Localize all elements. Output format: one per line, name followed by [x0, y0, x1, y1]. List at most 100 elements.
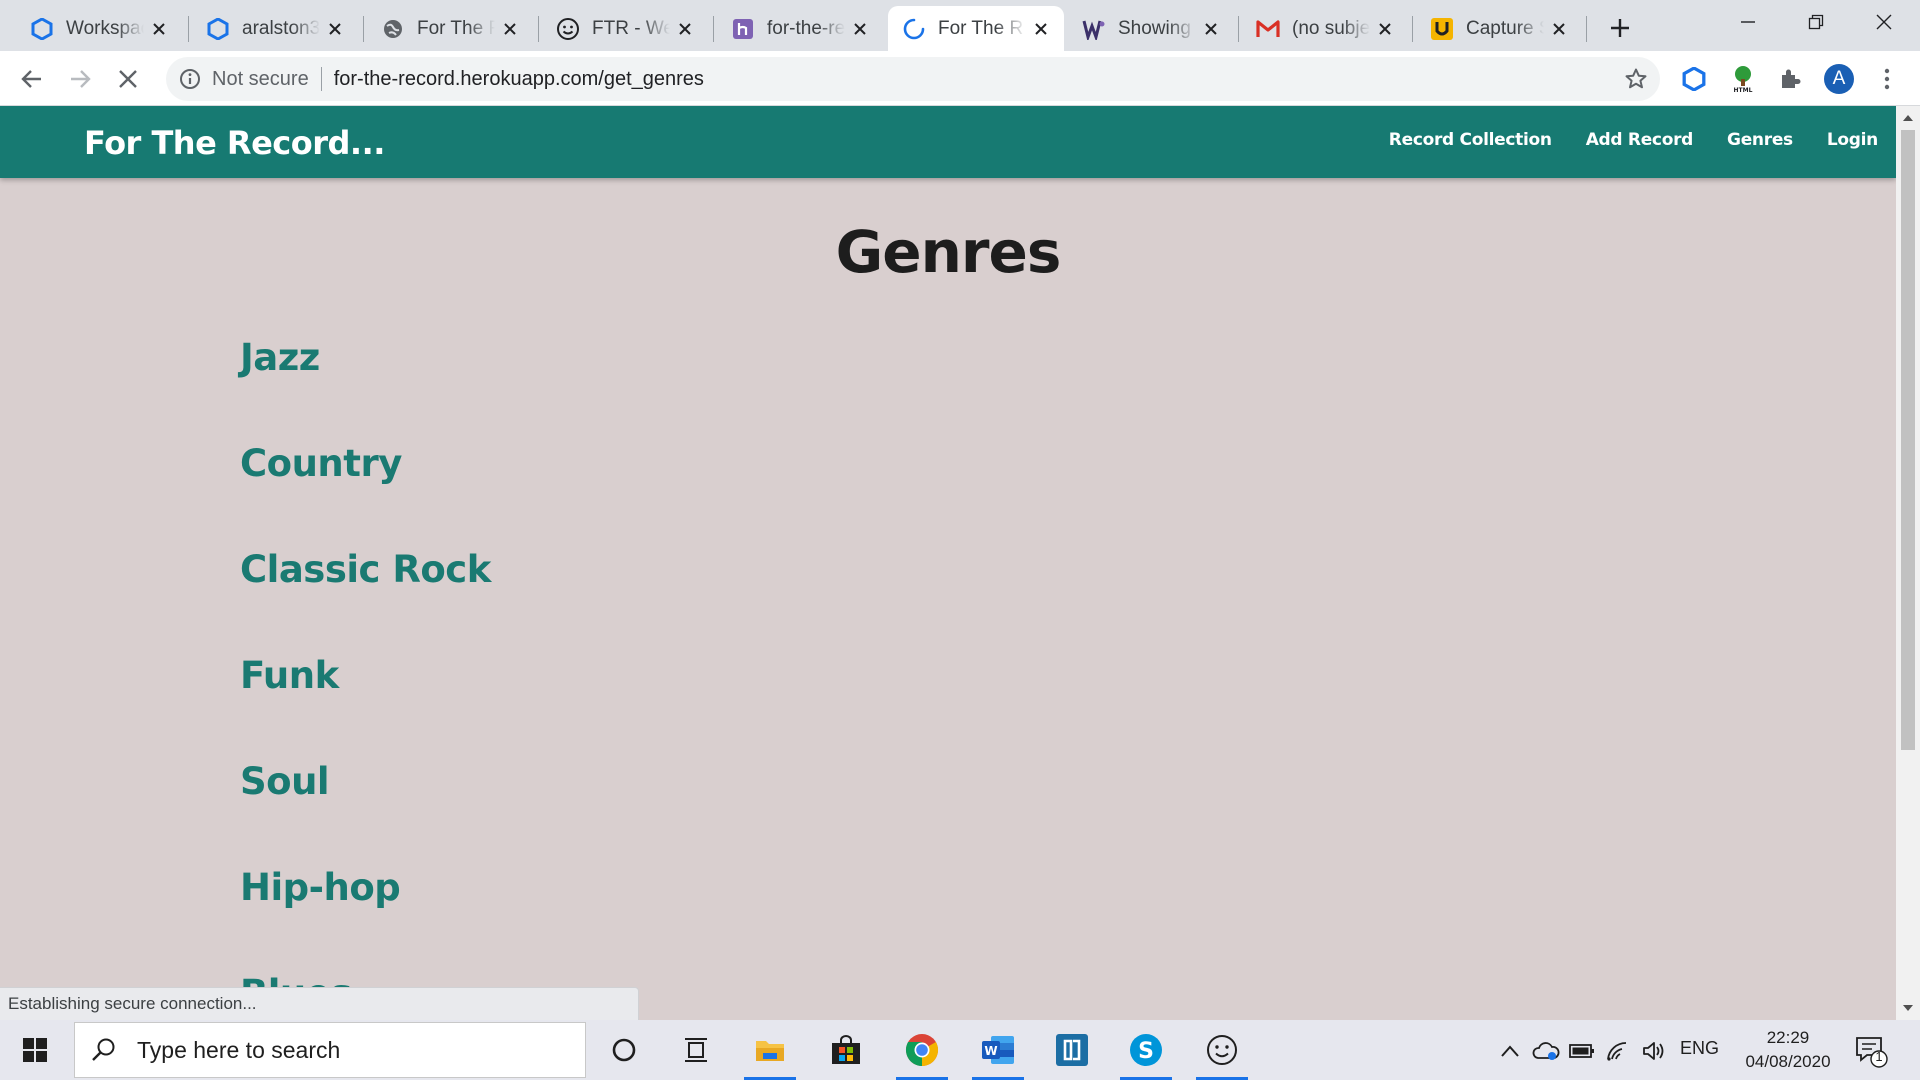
genre-link-classic-rock[interactable]: Classic Rock — [240, 548, 491, 591]
skype-icon: S — [1130, 1034, 1162, 1066]
close-icon[interactable] — [324, 18, 346, 40]
plus-icon — [1611, 19, 1629, 37]
minimize-icon — [1741, 21, 1755, 23]
tab-showing[interactable]: Showing r — [1068, 6, 1234, 51]
site-nav-links: Record Collection Add Record Genres Logi… — [1355, 130, 1879, 150]
snip-icon — [1056, 1034, 1088, 1066]
store-icon — [832, 1035, 860, 1064]
volume-button[interactable] — [1640, 1038, 1668, 1064]
skype-button[interactable]: S — [1110, 1020, 1182, 1080]
list-item: Hip-hop — [240, 866, 491, 972]
globe-icon — [381, 17, 405, 41]
nav-record-collection[interactable]: Record Collection — [1389, 130, 1552, 150]
genre-link-funk[interactable]: Funk — [240, 654, 339, 697]
notification-center-button[interactable]: 1 — [1854, 1034, 1888, 1068]
chrome-icon — [905, 1034, 939, 1066]
profile-button[interactable]: A — [1822, 62, 1856, 96]
address-bar[interactable]: Not secure for-the-record.herokuapp.com/… — [166, 57, 1660, 101]
stop-loading-button[interactable] — [108, 59, 148, 99]
onedrive-button[interactable] — [1532, 1038, 1560, 1064]
genre-link-soul[interactable]: Soul — [240, 760, 330, 803]
hex-icon — [206, 17, 230, 41]
tab-separator — [713, 16, 714, 42]
close-icon[interactable] — [499, 18, 521, 40]
battery-button[interactable] — [1568, 1038, 1596, 1064]
smiley-icon — [556, 17, 580, 41]
feedback-button[interactable] — [1186, 1020, 1258, 1080]
file-explorer-button[interactable] — [734, 1020, 806, 1080]
vertical-scrollbar[interactable] — [1896, 106, 1920, 1020]
tab-title: FTR - Welc — [592, 17, 670, 39]
browser-menu-button[interactable] — [1870, 62, 1904, 96]
scroll-down-icon — [1903, 1005, 1913, 1011]
nav-add-record[interactable]: Add Record — [1586, 130, 1694, 150]
list-item: Funk — [240, 654, 491, 760]
info-icon[interactable] — [178, 67, 202, 91]
nav-genres[interactable]: Genres — [1727, 130, 1793, 150]
tab-capture[interactable]: Capture S — [1416, 6, 1582, 51]
tab-workspace[interactable]: Workspac — [16, 6, 182, 51]
close-icon[interactable] — [849, 18, 871, 40]
close-icon[interactable] — [1030, 18, 1052, 40]
forward-button[interactable] — [60, 59, 100, 99]
extension-hex-button[interactable] — [1677, 62, 1711, 96]
close-icon[interactable] — [1200, 18, 1222, 40]
task-view-button[interactable] — [660, 1020, 732, 1080]
close-icon[interactable] — [1548, 18, 1570, 40]
back-button[interactable] — [12, 59, 52, 99]
extension-html-button[interactable]: HTML — [1726, 62, 1760, 96]
new-tab-button[interactable] — [1602, 10, 1638, 46]
close-window-button[interactable] — [1850, 0, 1918, 44]
tab-gmail[interactable]: (no subje — [1242, 6, 1408, 51]
star-icon[interactable] — [1624, 67, 1648, 91]
svg-text:HTML: HTML — [1734, 87, 1753, 94]
nav-login[interactable]: Login — [1827, 130, 1878, 150]
word-button[interactable]: W — [962, 1020, 1034, 1080]
close-icon — [1876, 14, 1892, 30]
genre-link-country[interactable]: Country — [240, 442, 402, 485]
tab-heroku[interactable]: for-the-re — [717, 6, 883, 51]
security-label[interactable]: Not secure — [212, 68, 309, 91]
language-indicator[interactable]: ENG — [1680, 1038, 1719, 1059]
chrome-button[interactable] — [886, 1020, 958, 1080]
folder-icon — [756, 1041, 784, 1061]
list-item: Country — [240, 442, 491, 548]
tab-separator — [1586, 16, 1587, 42]
restore-button[interactable] — [1782, 0, 1850, 44]
url-text[interactable]: for-the-record.herokuapp.com/get_genres — [334, 68, 704, 91]
list-item: Soul — [240, 760, 491, 866]
task-view-icon — [685, 1038, 707, 1062]
extensions-menu-button[interactable] — [1773, 62, 1807, 96]
start-button[interactable] — [0, 1020, 70, 1080]
tab-aralston[interactable]: aralston35 — [192, 6, 358, 51]
close-icon[interactable] — [674, 18, 696, 40]
tab-ftr-welcome[interactable]: FTR - Welc — [542, 6, 708, 51]
tab-title: Workspac — [66, 17, 144, 39]
svg-text:W: W — [984, 1044, 997, 1058]
clock[interactable]: 22:29 04/08/2020 — [1738, 1026, 1838, 1074]
taskbar-search-box[interactable]: Type here to search — [74, 1022, 586, 1078]
smiley-icon — [1207, 1035, 1237, 1065]
tab-title: (no subje — [1292, 17, 1370, 39]
genre-link-hip-hop[interactable]: Hip-hop — [240, 866, 401, 909]
clock-time: 22:29 — [1766, 1028, 1810, 1047]
site-brand[interactable]: For The Record... — [84, 124, 385, 162]
tab-title: For The R — [417, 17, 495, 39]
tab-for-the-record-1[interactable]: For The R — [367, 6, 533, 51]
tab-for-the-record-active[interactable]: For The R — [888, 6, 1064, 51]
close-icon[interactable] — [148, 18, 170, 40]
tree-icon: HTML — [1731, 66, 1755, 94]
snip-app-button[interactable] — [1036, 1020, 1108, 1080]
store-button[interactable] — [810, 1020, 882, 1080]
scrollbar-thumb[interactable] — [1901, 130, 1915, 750]
close-icon[interactable] — [1374, 18, 1396, 40]
genre-link-jazz[interactable]: Jazz — [240, 336, 320, 379]
wifi-button[interactable] — [1604, 1038, 1632, 1064]
status-bubble: Establishing secure connection... — [0, 987, 639, 1020]
divider — [320, 67, 322, 91]
tab-separator — [363, 16, 364, 42]
cortana-button[interactable] — [588, 1020, 660, 1080]
minimize-button[interactable] — [1714, 0, 1782, 44]
tab-title: Showing r — [1118, 17, 1196, 39]
show-hidden-icons-button[interactable] — [1496, 1038, 1524, 1064]
